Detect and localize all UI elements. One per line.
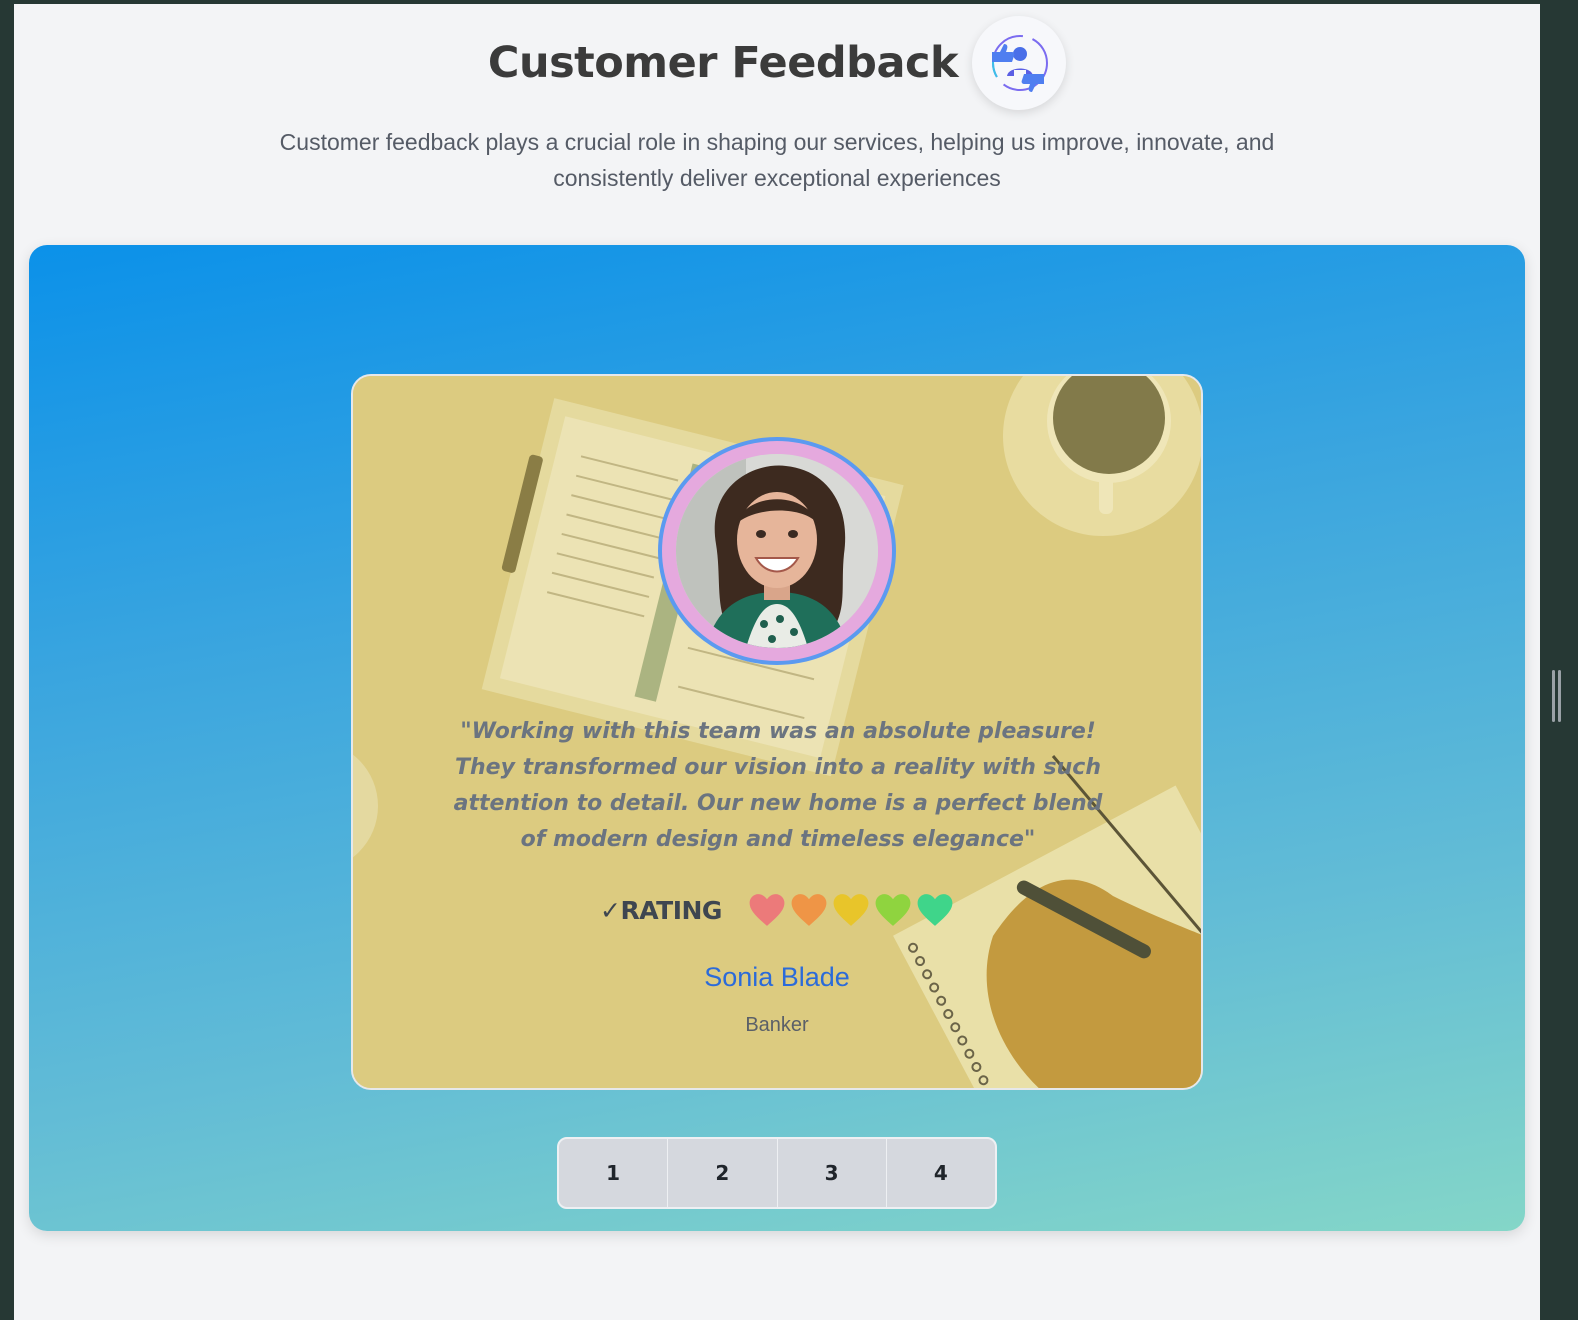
feedback-thumbs-icon — [972, 16, 1067, 110]
pagination: 1234 — [557, 1137, 997, 1209]
rating-hearts — [748, 892, 954, 928]
customer-role: Banker — [745, 1014, 809, 1036]
testimonial-section: "Working with this team was an absolute … — [29, 245, 1525, 1231]
page-button-4[interactable]: 4 — [887, 1139, 995, 1207]
handle-bar — [1558, 670, 1561, 722]
testimonial-quote: "Working with this team was an absolute … — [453, 719, 1103, 852]
rating-label: ✓RATING — [600, 895, 722, 925]
heart-icon — [749, 894, 785, 926]
customer-name: Sonia Blade — [704, 962, 850, 992]
page-button-3[interactable]: 3 — [778, 1139, 887, 1207]
heart-icon — [917, 894, 953, 926]
heart-icon — [875, 894, 911, 926]
heart-icon — [833, 894, 869, 926]
title-row: Customer Feedback — [14, 16, 1540, 110]
page-subtitle: Customer feedback plays a crucial role i… — [279, 129, 1275, 191]
page: Customer Feedback Customer feedback play… — [14, 4, 1540, 1320]
resize-handle[interactable] — [1552, 670, 1564, 722]
rating-row: ✓RATING — [353, 892, 1201, 928]
heart-icon — [791, 894, 827, 926]
avatar — [676, 454, 878, 648]
page-button-1[interactable]: 1 — [559, 1139, 669, 1207]
page-title: Customer Feedback — [487, 38, 959, 88]
handle-bar — [1552, 670, 1555, 722]
page-button-2[interactable]: 2 — [668, 1139, 778, 1207]
testimonial-card: "Working with this team was an absolute … — [351, 374, 1203, 1090]
avatar-ring — [658, 437, 896, 665]
